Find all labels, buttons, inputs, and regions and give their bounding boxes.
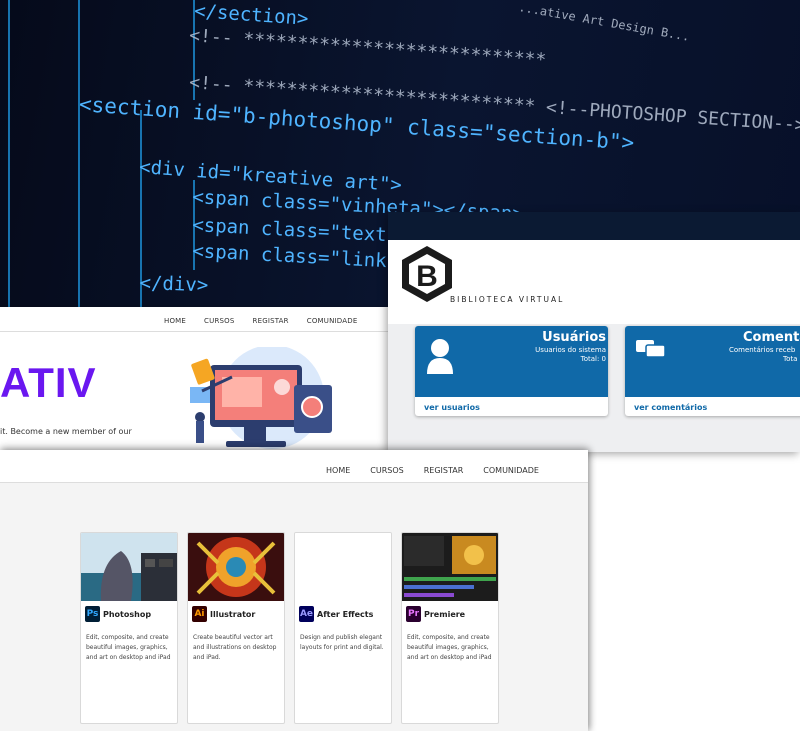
nav-registar[interactable]: REGISTAR <box>244 317 298 325</box>
illustrator-thumbnail <box>188 533 284 601</box>
card-title: Comentár <box>743 330 800 345</box>
ver-comentarios-link[interactable]: ver comentários <box>634 403 707 412</box>
kreativ-landing-panel: HOME CURSOS REGISTAR COMUNIDADE ATIV it.… <box>0 307 420 457</box>
premiere-thumbnail <box>402 533 498 601</box>
card-total: Total: 0 <box>580 355 606 363</box>
ae-app-icon: Ae <box>299 606 314 622</box>
card-usuarios: Usuários Usuarios do sistema Total: 0 ve… <box>415 326 608 416</box>
course-name: Photoshop <box>103 610 152 619</box>
designer-illustration <box>190 347 332 449</box>
course-description: Design and publish elegant layouts for p… <box>300 634 384 651</box>
card-comentarios: Comentár Comentários receb Tota ver come… <box>625 326 800 416</box>
nav-registar[interactable]: REGISTAR <box>414 466 474 475</box>
nav-cursos[interactable]: CURSOS <box>195 317 243 325</box>
course-card-premiere[interactable]: Pr Premiere Edit, composite, and create … <box>401 532 499 724</box>
ai-app-icon: Ai <box>192 606 207 622</box>
ps-app-icon: Ps <box>85 606 100 622</box>
code-line: </div> <box>139 272 209 297</box>
course-card-photoshop[interactable]: Ps Photoshop Edit, composite, and create… <box>80 532 178 724</box>
biblioteca-virtual-panel: B BIBLIOTECA VIRTUAL Usuários Usuarios d… <box>388 212 800 452</box>
photoshop-thumbnail <box>81 533 177 601</box>
comments-icon <box>636 340 666 358</box>
course-name: Premiere <box>424 610 466 619</box>
course-name: Illustrator <box>210 610 256 619</box>
after-effects-thumbnail <box>295 533 391 601</box>
nav-comunidade[interactable]: COMUNIDADE <box>298 317 367 325</box>
indent-guide <box>8 0 10 330</box>
window-top-bar <box>388 212 800 240</box>
indent-guide <box>140 110 142 330</box>
nav-home[interactable]: HOME <box>155 317 195 325</box>
pr-app-icon: Pr <box>406 606 421 622</box>
code-comment-small: ...ative Art Design B... <box>517 0 691 44</box>
code-line: <!-- **************************** <box>188 25 547 71</box>
course-description: Edit, composite, and create beautiful im… <box>86 634 171 661</box>
card-subtitle: Usuarios do sistema <box>535 346 606 354</box>
code-line: </section> <box>193 0 310 30</box>
card-total: Tota <box>783 355 798 363</box>
nav-comunidade[interactable]: COMUNIDADE <box>473 466 549 475</box>
course-card-illustrator[interactable]: Ai Illustrator Create beautiful vector a… <box>187 532 285 724</box>
nav-home[interactable]: HOME <box>316 466 360 475</box>
course-name: After Effects <box>317 610 374 619</box>
biblioteca-logo-text: BIBLIOTECA VIRTUAL <box>450 295 565 304</box>
nav-divider <box>0 331 420 332</box>
course-description: Edit, composite, and create beautiful im… <box>407 634 492 661</box>
card-subtitle: Comentários receb <box>729 346 796 354</box>
top-nav: HOME CURSOS REGISTAR COMUNIDADE <box>316 466 549 475</box>
hero-tagline: it. Become a new member of our <box>0 427 132 436</box>
course-description: Create beautiful vector art and illustra… <box>193 634 277 661</box>
nav-cursos[interactable]: CURSOS <box>360 466 413 475</box>
indent-guide <box>78 0 80 330</box>
logo-letter: B <box>416 260 438 293</box>
courses-panel: HOME CURSOS REGISTAR COMUNIDADE Ps Photo… <box>0 450 588 731</box>
biblioteca-logo-icon: B <box>402 246 452 302</box>
ver-usuarios-link[interactable]: ver usuarios <box>424 403 480 412</box>
card-title: Usuários <box>542 330 606 345</box>
top-nav: HOME CURSOS REGISTAR COMUNIDADE <box>155 317 366 325</box>
user-icon <box>427 339 453 374</box>
brand-title: ATIV <box>0 359 97 406</box>
course-card-after-effects[interactable]: Ae After Effects Design and publish eleg… <box>294 532 392 724</box>
